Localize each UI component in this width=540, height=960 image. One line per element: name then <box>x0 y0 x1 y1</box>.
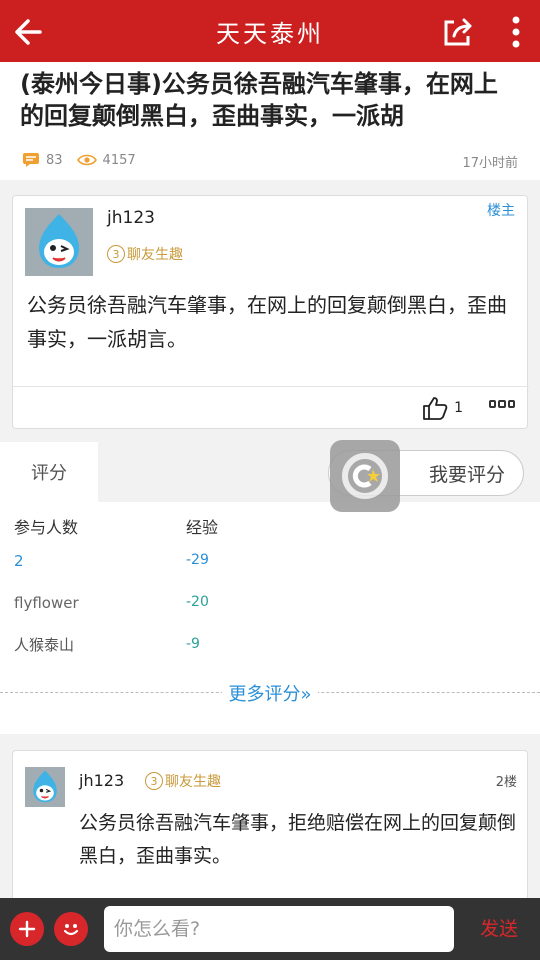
share-icon[interactable] <box>440 14 476 50</box>
column-header-participants: 参与人数 <box>14 518 79 537</box>
post-body: 公务员徐吾融汽车肇事，在网上的回复颠倒黑白，歪曲事实，一派胡言。 <box>27 293 507 351</box>
column-header-experience: 经验 <box>186 518 219 537</box>
back-arrow-icon[interactable] <box>10 12 50 52</box>
username[interactable]: jh123 <box>107 208 155 228</box>
comment-icon <box>23 153 39 167</box>
like-count: 1 <box>454 400 463 416</box>
level-label: 聊友生趣 <box>165 774 221 790</box>
rating-user-name[interactable]: flyflower <box>14 594 79 612</box>
rating-user-name[interactable]: 人猴泰山 <box>14 634 74 655</box>
level-number: 3 <box>107 245 125 263</box>
post-card-1: jh123 3 聊友生趣 楼主 公务员徐吾融汽车肇事，在网上的回复颠倒黑白，歪曲… <box>12 195 529 429</box>
comment-count: 83 <box>46 152 63 168</box>
article-title: (泰州今日事)公务员徐吾融汽车肇事，在网上的回复颠倒黑白，歪曲事实，一派胡 <box>20 70 498 130</box>
username[interactable]: jh123 <box>79 771 124 790</box>
top-bar: 天天泰州 <box>0 0 540 62</box>
smiley-icon <box>63 924 79 936</box>
rating-tabbar: 评分 我要评分 <box>0 442 540 502</box>
divider <box>13 386 529 387</box>
rating-value: -29 <box>186 552 209 568</box>
rating-user-name[interactable]: 2 <box>14 552 24 570</box>
mascot-avatar-icon <box>25 767 65 807</box>
owner-label: 楼主 <box>487 203 515 219</box>
floor-label: 2楼 <box>495 775 517 790</box>
thumbs-up-icon <box>423 397 448 420</box>
article-meta: 83 4157 <box>22 152 136 168</box>
user-level-badge: 3 聊友生趣 <box>107 244 183 264</box>
level-number: 3 <box>145 772 163 790</box>
mascot-avatar-icon <box>25 208 93 276</box>
post-time: 17小时前 <box>462 156 518 171</box>
user-level-badge: 3 聊友生趣 <box>145 771 221 791</box>
level-label: 聊友生趣 <box>127 247 183 263</box>
rating-section: 评分 我要评分 参与人数 经验 2 -29 flyflower -20 人猴泰山… <box>0 442 540 734</box>
comment-bar: 发送 <box>0 898 540 960</box>
rate-logo-icon <box>342 453 388 499</box>
comment-input[interactable] <box>104 906 454 952</box>
add-button[interactable] <box>10 912 44 946</box>
app-title: 天天泰州 <box>216 19 324 48</box>
emoji-button[interactable] <box>54 912 88 946</box>
send-button[interactable]: 发送 <box>480 914 518 941</box>
article-header: (泰州今日事)公务员徐吾融汽车肇事，在网上的回复颠倒黑白，歪曲事实，一派胡 83… <box>0 62 540 180</box>
rate-floating-button[interactable] <box>330 440 400 512</box>
post-body: 公务员徐吾融汽车肇事，拒绝赔偿在网上的回复颠倒黑白，歪曲事实。 <box>79 812 517 867</box>
more-vertical-icon[interactable] <box>506 14 526 50</box>
plus-icon <box>18 920 36 938</box>
more-options-icon[interactable] <box>489 400 515 412</box>
post-card-2: jh123 3 聊友生趣 2楼 公务员徐吾融汽车肇事，拒绝赔偿在网上的回复颠倒黑… <box>12 750 528 910</box>
tab-rating[interactable]: 评分 <box>0 442 98 502</box>
eye-icon <box>76 154 97 166</box>
view-count: 4157 <box>102 152 136 168</box>
avatar[interactable] <box>25 767 65 807</box>
more-ratings-link[interactable]: 更多评分» <box>0 680 540 706</box>
avatar[interactable] <box>25 208 93 276</box>
rating-value: -20 <box>186 594 209 610</box>
like-button[interactable]: 1 <box>422 396 463 420</box>
rating-value: -9 <box>186 636 200 652</box>
